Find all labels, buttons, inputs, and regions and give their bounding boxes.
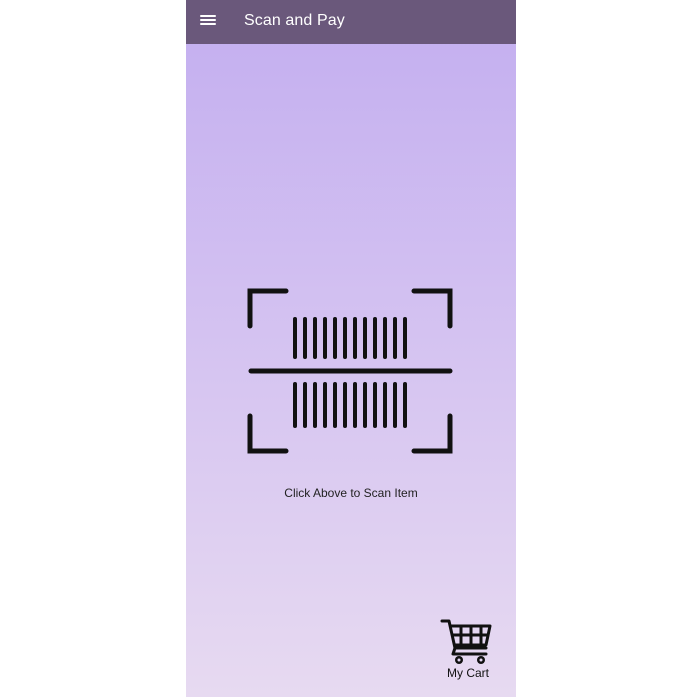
app-bar: Scan and Pay: [186, 0, 516, 44]
barcode-scanner-icon: [247, 288, 453, 454]
my-cart-label: My Cart: [447, 666, 489, 680]
menu-line: [200, 23, 216, 25]
menu-line: [200, 15, 216, 17]
scan-instruction-text: Click Above to Scan Item: [284, 486, 418, 500]
my-cart-button[interactable]: My Cart: [438, 617, 498, 683]
menu-line: [200, 19, 216, 21]
scan-barcode-button[interactable]: [246, 286, 456, 458]
app-screen: Scan and Pay Click Above to Scan Item My…: [186, 0, 516, 697]
page-title: Scan and Pay: [244, 12, 345, 29]
shopping-cart-icon: [440, 619, 492, 664]
hamburger-menu-icon[interactable]: [200, 13, 216, 27]
